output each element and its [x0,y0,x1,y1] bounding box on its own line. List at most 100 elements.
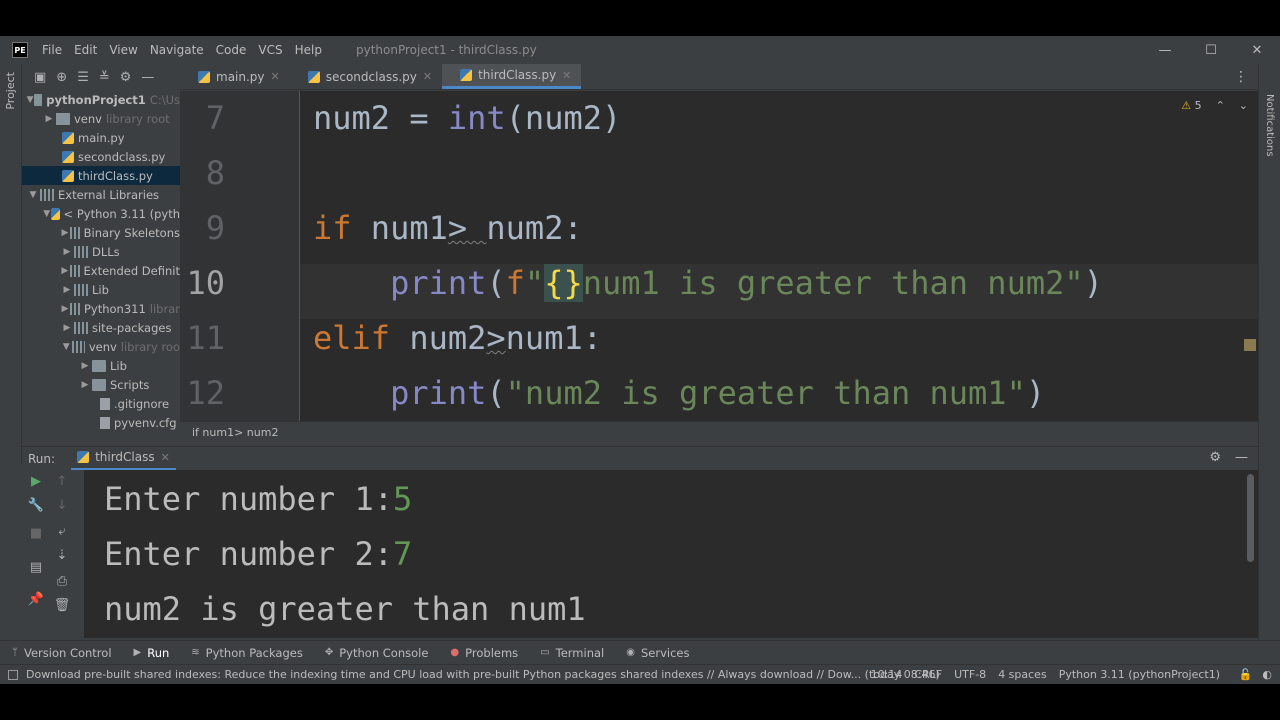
tool-python-packages[interactable]: ≋ Python Packages [179,646,313,660]
collapse-all-icon[interactable]: ≚ [99,70,110,85]
tree-item-venv-lib[interactable]: ▶ Lib [22,356,180,375]
run-tab-thirdclass[interactable]: thirdClass ✕ [71,447,176,471]
gear-icon[interactable]: ⚙ [1209,450,1221,465]
tree-item-thirdclass-py[interactable]: thirdClass.py [22,166,180,185]
close-tab-icon[interactable]: ✕ [271,70,280,83]
close-icon[interactable]: ✕ [1234,36,1280,64]
tree-item-extended-definitions[interactable]: ▶ Extended Definit [22,261,180,280]
tree-item-secondclass-py[interactable]: secondclass.py [22,147,180,166]
run-console[interactable]: Enter number 1:5 Enter number 2:7 num2 i… [84,470,1258,638]
tree-item-gitignore[interactable]: .gitignore [22,394,180,413]
project-view-icon[interactable]: ▣ [34,70,46,85]
chevron-right-icon[interactable]: ▶ [60,266,70,276]
tool-version-control[interactable]: ᛘ Version Control [0,646,122,660]
status-toggle-icon[interactable] [8,669,18,680]
tree-item-pyvenv-cfg[interactable]: pyvenv.cfg [22,413,180,432]
code-line-current[interactable]: print(f"{}num1 is greater than num2") [313,264,1103,302]
locate-icon[interactable]: ⊕ [56,70,67,85]
tree-item-scripts[interactable]: ▶ Scripts [22,375,180,394]
tree-item-dlls[interactable]: ▶ DLLs [22,242,180,261]
chevron-right-icon[interactable]: ▶ [42,114,56,124]
chevron-down-icon[interactable]: ▼ [42,209,51,219]
chevron-up-icon[interactable]: ⌃ [1216,99,1225,112]
tab-thirdclass-py[interactable]: thirdClass.py ✕ [442,64,582,89]
interpreter-selector[interactable]: Python 3.11 (pythonProject1) [1059,668,1220,681]
tree-item-project[interactable]: ▼ pythonProject1 C:\Us [22,90,180,109]
scrollbar-warning-marker[interactable] [1244,339,1256,351]
more-icon[interactable]: ⋮ [1234,69,1248,85]
arrow-up-icon[interactable]: ↑ [52,474,72,489]
hide-icon[interactable]: — [1235,450,1248,465]
menu-code[interactable]: Code [210,43,253,57]
close-tab-icon[interactable]: ✕ [161,451,170,464]
tree-item-python-sdk[interactable]: ▼ < Python 3.11 (pyth [22,204,180,223]
minimize-icon[interactable]: — [1142,36,1188,64]
code-line[interactable]: print("num2 is greater than num1") [313,374,1045,412]
status-message[interactable]: Download pre-built shared indexes: Reduc… [26,668,940,681]
code-line[interactable]: num2 = int(num2) [313,99,621,137]
tree-item-venv[interactable]: ▶ venv library root [22,109,180,128]
project-tool-button[interactable]: Project [4,72,17,110]
code-line[interactable]: elif num2>num1: [313,319,602,357]
tool-run[interactable]: ▶ Run [122,646,180,660]
chevron-right-icon[interactable]: ▶ [60,247,74,257]
tool-terminal[interactable]: ▭ Terminal [528,646,614,660]
menu-edit[interactable]: Edit [68,43,103,57]
chevron-right-icon[interactable]: ▶ [78,361,92,371]
caret-position[interactable]: 10:14 [871,668,903,681]
tree-item-lib[interactable]: ▶ Lib [22,280,180,299]
tool-problems[interactable]: ● Problems [438,646,528,660]
expand-all-icon[interactable]: ☰ [77,70,89,85]
chevron-right-icon[interactable]: ▶ [60,323,74,333]
lock-icon[interactable]: 🔓 [1239,668,1253,681]
code-editor[interactable]: 7 8 9 10 11 12 num2 = int(num2) if num1>… [180,91,1258,421]
trash-icon[interactable]: 🗑 [52,598,72,613]
breadcrumb[interactable]: if num1> num2 [180,421,1258,443]
chevron-down-icon[interactable]: ▼ [26,190,40,200]
line-separator[interactable]: CRLF [914,668,942,681]
chevron-down-icon[interactable]: ⌄ [1239,99,1248,112]
hide-icon[interactable]: — [141,70,154,85]
menu-vcs[interactable]: VCS [252,43,288,57]
soft-wrap-icon[interactable]: ⤶ [52,524,72,539]
pin-icon[interactable]: 📌 [26,592,46,607]
menu-help[interactable]: Help [289,43,328,57]
layout-icon[interactable]: ▤ [26,560,46,575]
print-icon[interactable]: ⎙ [52,574,72,589]
tab-main-py[interactable]: main.py ✕ [180,64,290,89]
rerun-icon[interactable]: ▶ [26,474,46,489]
close-tab-icon[interactable]: ✕ [423,70,432,83]
console-scrollbar[interactable] [1247,474,1254,562]
stop-icon[interactable]: ■ [26,526,46,541]
menu-view[interactable]: View [103,43,143,57]
gear-icon[interactable]: ⚙ [120,70,132,85]
tree-item-external-libraries[interactable]: ▼ External Libraries [22,185,180,204]
tree-item-main-py[interactable]: main.py [22,128,180,147]
arrow-down-icon[interactable]: ↓ [52,498,72,513]
tree-item-venv-lib-root[interactable]: ▼ venv library roo [22,337,180,356]
chevron-right-icon[interactable]: ▶ [60,228,70,238]
tab-secondclass-py[interactable]: secondclass.py ✕ [290,64,442,89]
tree-item-binary-skeletons[interactable]: ▶ Binary Skeletons [22,223,180,242]
maximize-icon[interactable]: ☐ [1188,36,1234,64]
chevron-right-icon[interactable]: ▶ [60,285,74,295]
scroll-to-end-icon[interactable]: ⇣ [52,548,72,563]
inspection-widget[interactable]: ⚠ 5 ⌃ ⌄ [1181,99,1248,112]
tree-item-python311[interactable]: ▶ Python311 librar [22,299,180,318]
close-tab-icon[interactable]: ✕ [562,69,571,82]
code-line[interactable]: if num1> num2: [313,209,583,247]
chevron-right-icon[interactable]: ▶ [60,304,70,314]
notifications-tool-button[interactable]: Notifications [1264,94,1275,157]
chevron-down-icon[interactable]: ▼ [26,95,34,105]
ide-icon[interactable]: ◐ [1262,668,1272,681]
menu-file[interactable]: File [36,43,68,57]
tool-python-console[interactable]: ✥ Python Console [313,646,439,660]
file-encoding[interactable]: UTF-8 [954,668,986,681]
chevron-down-icon[interactable]: ▼ [60,342,72,352]
tree-item-site-packages[interactable]: ▶ site-packages [22,318,180,337]
tool-services[interactable]: ◉ Services [614,646,699,660]
menu-navigate[interactable]: Navigate [144,43,210,57]
chevron-right-icon[interactable]: ▶ [78,380,92,390]
wrench-icon[interactable]: 🔧 [26,498,46,513]
indent-setting[interactable]: 4 spaces [998,668,1047,681]
